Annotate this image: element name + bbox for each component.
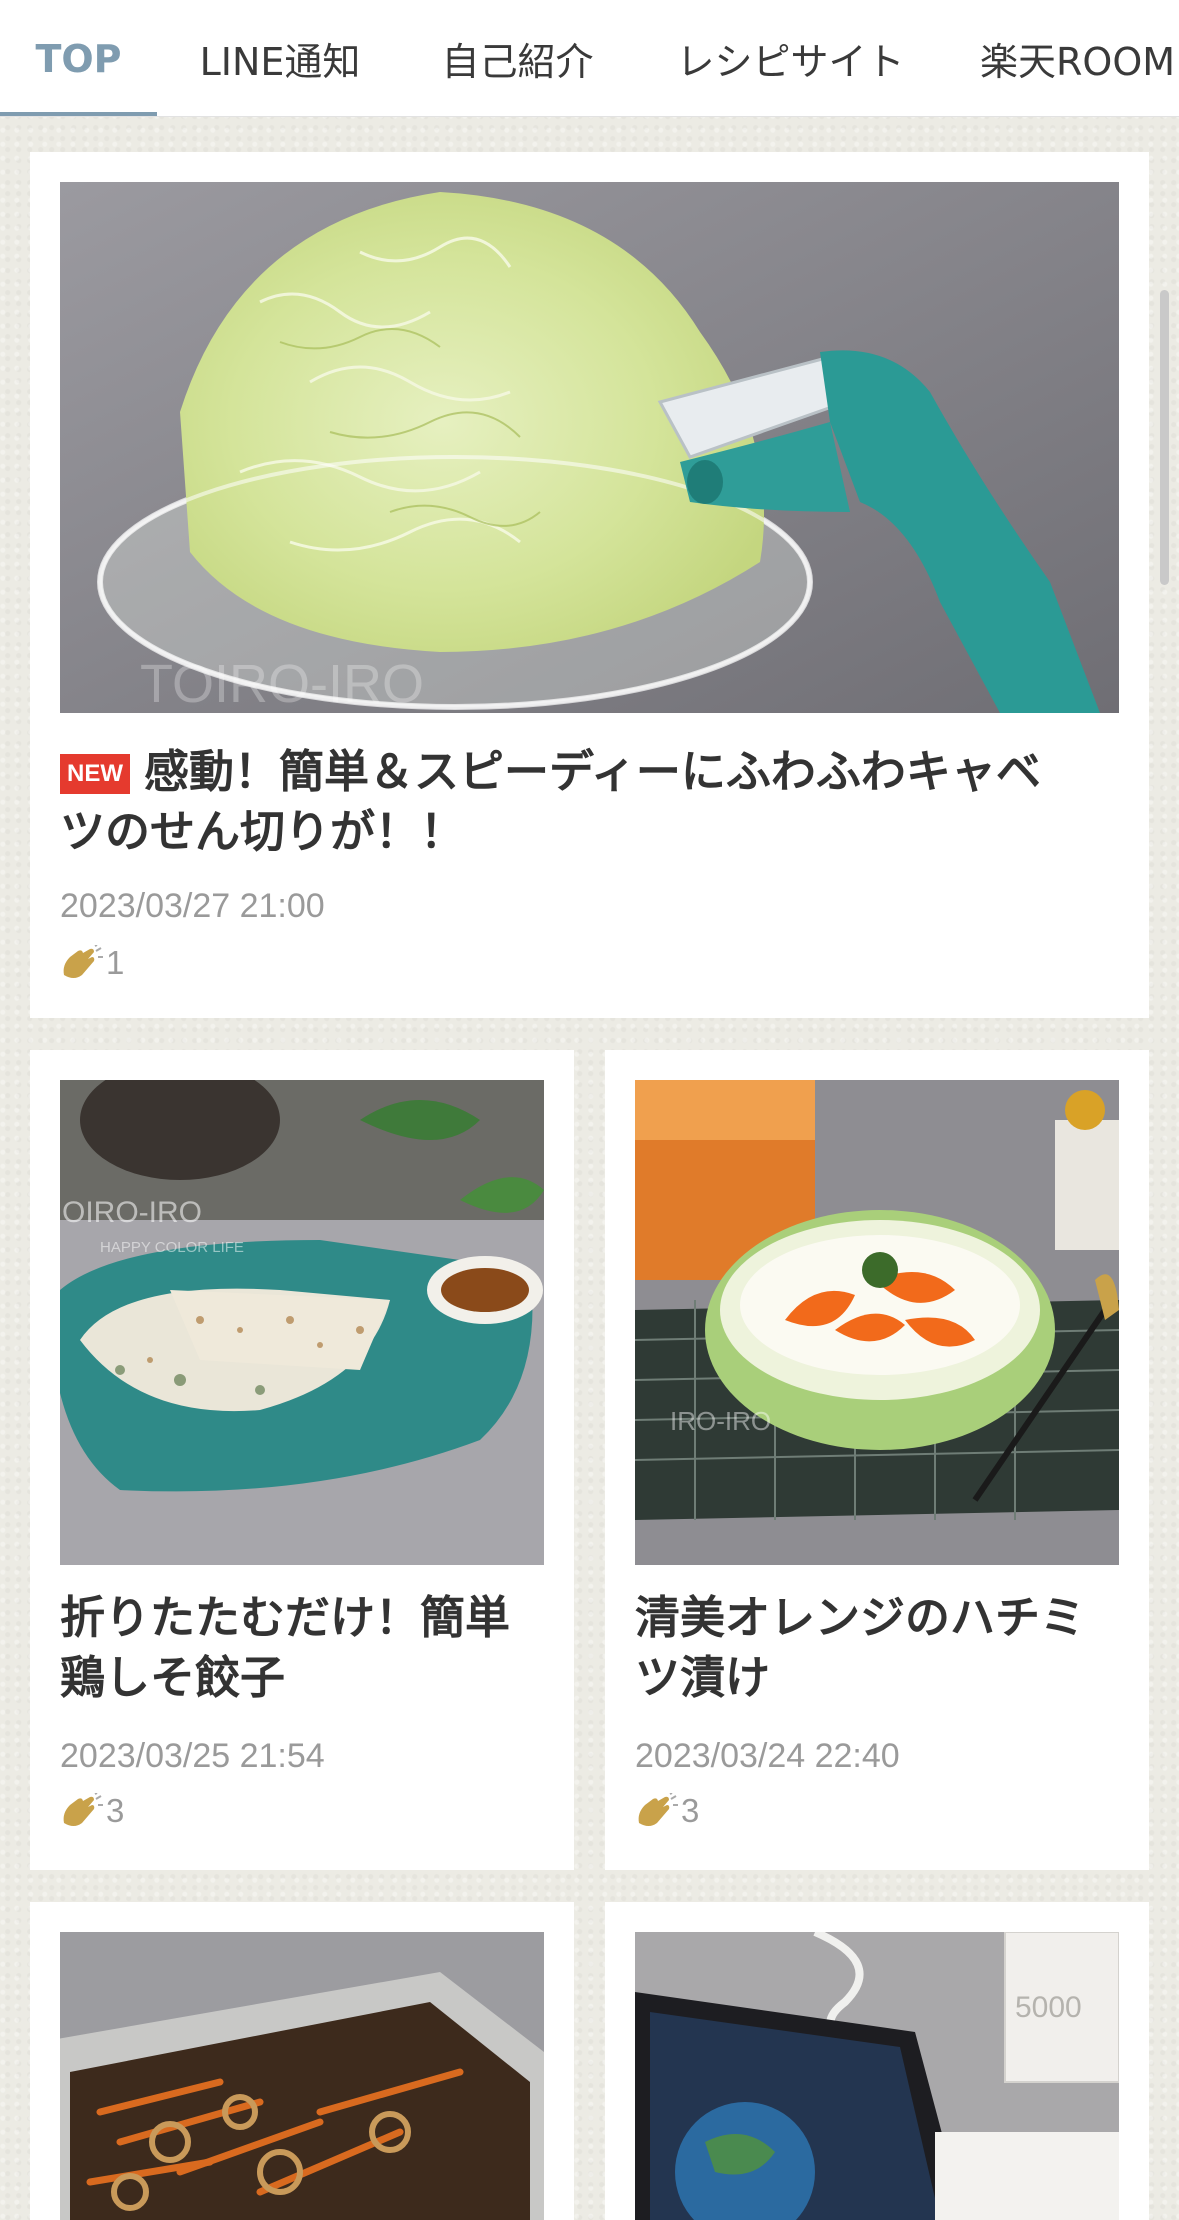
tab-recipe-site[interactable]: レシピサイト [668, 0, 913, 116]
post-image[interactable]: OIRO-IRO HAPPY COLOR LIFE [60, 1080, 544, 1565]
new-badge: NEW [60, 754, 130, 794]
tab-self-introduction[interactable]: 自己紹介 [425, 0, 610, 116]
power-bank-label: 5000 [1015, 1991, 1082, 2024]
clap-icon [63, 1793, 103, 1826]
post-image[interactable]: 5000 [635, 1932, 1119, 2220]
clap-count[interactable]: 3 [60, 1792, 124, 1830]
clap-count[interactable]: 3 [635, 1792, 699, 1830]
post-card[interactable]: IRO-IRO 清美オレンジのハチミ ツ漬け 2023/03/24 22:40 3 [605, 1050, 1149, 1870]
image-watermark: OIRO-IRO [62, 1196, 202, 1229]
vertical-scrollbar[interactable] [1160, 290, 1169, 585]
active-tab-indicator [0, 112, 157, 116]
clap-count[interactable]: 1 [60, 944, 124, 982]
post-image[interactable]: IRO-IRO [635, 1080, 1119, 1565]
clap-icon [638, 1793, 678, 1826]
post-image[interactable] [60, 1932, 544, 2220]
post-card[interactable]: OIRO-IRO HAPPY COLOR LIFE 折りたたむだけ！簡単 鶏しそ餃… [30, 1050, 574, 1870]
post-date: 2023/03/24 22:40 [635, 1737, 900, 1775]
post-date: 2023/03/25 21:54 [60, 1737, 325, 1775]
tab-rakuten-room[interactable]: 楽天ROOM [980, 0, 1179, 116]
featured-post-card[interactable]: TOIRO-IRO NEW 感動！簡単＆スピーディーにふわふわキャベ ツのせん切りが… [30, 152, 1149, 1018]
post-date: 2023/03/27 21:00 [60, 887, 325, 925]
featured-post-image[interactable]: TOIRO-IRO [60, 182, 1119, 713]
post-title[interactable]: 清美オレンジのハチミ ツ漬け [635, 1588, 1125, 1708]
category-tab-bar: TOP LINE通知 自己紹介 レシピサイト 楽天ROOM [0, 0, 1179, 117]
svg-text:HAPPY COLOR LIFE: HAPPY COLOR LIFE [100, 1239, 244, 1256]
post-title[interactable]: 折りたたむだけ！簡単 鶏しそ餃子 [60, 1588, 550, 1708]
image-watermark: TOIRO-IRO [140, 654, 424, 713]
tab-top[interactable]: TOP [0, 0, 157, 116]
clap-icon [63, 945, 103, 978]
featured-post-title[interactable]: NEW 感動！簡単＆スピーディーにふわふわキャベ ツのせん切りが！！ [60, 742, 1130, 862]
post-card[interactable]: 5000 [605, 1902, 1149, 2220]
tab-line-notification[interactable]: LINE通知 [180, 0, 380, 116]
post-card[interactable] [30, 1902, 574, 2220]
image-watermark: IRO-IRO [670, 1406, 771, 1436]
